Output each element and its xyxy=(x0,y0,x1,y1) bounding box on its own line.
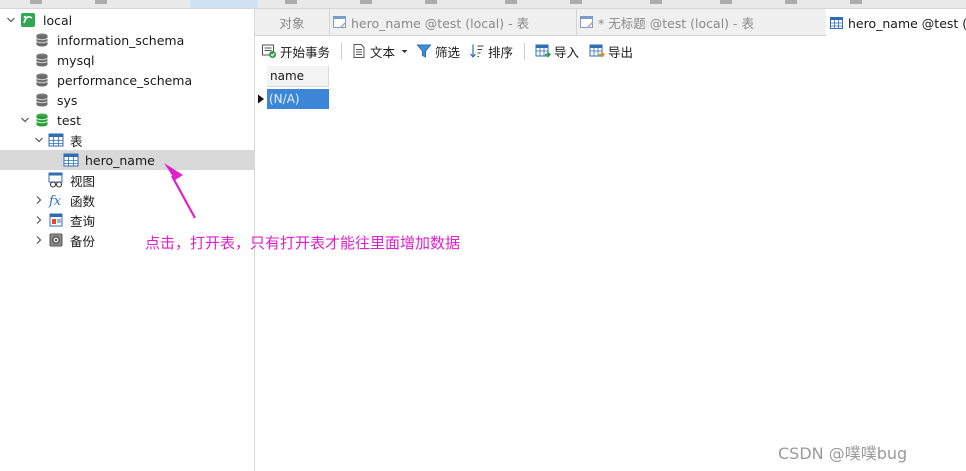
function-icon: fx xyxy=(48,192,64,209)
tab-hero-name-1[interactable]: hero_name @test (local) - 表 xyxy=(329,9,577,35)
top-toolbar-icon[interactable] xyxy=(720,0,732,4)
tab-bar: 对象 hero_name @test (local) - 表 * 无标题 @te… xyxy=(255,9,966,36)
text-label: 文本 xyxy=(370,44,396,60)
tab-objects[interactable]: 对象 xyxy=(255,9,330,35)
toolbar-divider xyxy=(341,43,342,60)
sort-label: 排序 xyxy=(488,44,514,60)
tree-label: local xyxy=(43,12,73,28)
database-icon xyxy=(34,32,50,48)
view-icon xyxy=(48,172,64,188)
tree-label: 视图 xyxy=(70,173,96,189)
table-edit-icon xyxy=(333,16,347,28)
connection-icon xyxy=(20,12,36,28)
tree-label: test xyxy=(57,112,82,128)
sort-icon xyxy=(470,44,484,58)
current-row-indicator-icon[interactable] xyxy=(255,89,267,109)
top-toolbar-icon[interactable] xyxy=(285,0,297,4)
begin-transaction-label: 开始事务 xyxy=(280,44,331,60)
chevron-down-icon[interactable] xyxy=(20,115,30,125)
tree-label: sys xyxy=(57,92,78,108)
tree-label: 备份 xyxy=(70,233,96,249)
tree-label: mysql xyxy=(57,52,95,68)
tree-label: 查询 xyxy=(70,213,96,229)
data-grid: name (N/A) xyxy=(255,66,966,471)
top-toolbar-icon[interactable] xyxy=(95,0,107,4)
tree-db-performance-schema[interactable]: performance_schema xyxy=(0,70,254,90)
tree-group-functions[interactable]: fx 函数 xyxy=(0,190,254,210)
toolbar-divider xyxy=(524,43,525,60)
tree-db-information-schema[interactable]: information_schema xyxy=(0,30,254,50)
annotation-text: 点击，打开表，只有打开表才能往里面增加数据 xyxy=(145,234,461,252)
tree-db-test[interactable]: test xyxy=(0,110,254,130)
tree-label: 表 xyxy=(70,133,83,149)
tree-db-mysql[interactable]: mysql xyxy=(0,50,254,70)
tree-db-sys[interactable]: sys xyxy=(0,90,254,110)
import-label: 导入 xyxy=(554,44,580,60)
tree-label: hero_name xyxy=(85,152,155,168)
database-icon xyxy=(34,92,50,108)
database-open-icon xyxy=(34,112,50,128)
tree-table-hero-name[interactable]: hero_name xyxy=(0,150,254,170)
database-icon xyxy=(34,52,50,68)
tree-connection-local[interactable]: local xyxy=(0,10,254,30)
tab-label: 对象 xyxy=(279,15,305,31)
tree-label: 函数 xyxy=(70,193,96,209)
document-icon xyxy=(353,44,365,58)
top-toolbar-icon[interactable] xyxy=(850,0,862,4)
top-toolbar-icon[interactable] xyxy=(30,0,42,4)
chevron-right-icon[interactable] xyxy=(34,195,44,205)
backup-icon xyxy=(48,232,64,248)
top-toolbar-icon[interactable] xyxy=(570,0,582,4)
tree-label: performance_schema xyxy=(57,72,193,88)
tab-label: * 无标题 @test (local) - 表 xyxy=(598,15,755,31)
top-toolbar-icon[interactable] xyxy=(785,0,797,4)
table-toolbar: 开始事务 文本 筛选 排序 导入 导出 xyxy=(255,36,966,66)
top-toolbar-icon[interactable] xyxy=(425,0,437,4)
export-icon xyxy=(589,44,605,58)
export-label: 导出 xyxy=(608,44,634,60)
import-icon xyxy=(535,44,551,58)
top-toolbar-icon[interactable] xyxy=(360,0,372,4)
chevron-right-icon[interactable] xyxy=(34,235,44,245)
grid-cell-selected[interactable]: (N/A) xyxy=(267,89,329,109)
chevron-down-icon[interactable] xyxy=(6,15,16,25)
tree-label: information_schema xyxy=(57,32,185,48)
sort-button[interactable]: 排序 xyxy=(469,36,513,66)
top-toolbar-strip xyxy=(0,0,966,9)
transaction-icon xyxy=(262,44,276,58)
filter-label: 筛选 xyxy=(435,44,461,60)
table-icon xyxy=(63,152,79,168)
text-view-dropdown[interactable]: 文本 xyxy=(351,36,412,66)
table-icon xyxy=(830,16,843,29)
filter-icon xyxy=(416,44,432,58)
annotation-arrow-icon xyxy=(164,163,196,219)
dropdown-arrow-icon xyxy=(401,49,408,53)
import-button[interactable]: 导入 xyxy=(535,36,579,66)
tab-label: hero_name @test (local) - 表 xyxy=(351,15,530,31)
tab-untitled[interactable]: * 无标题 @test (local) - 表 xyxy=(576,9,827,35)
tree-group-views[interactable]: 视图 xyxy=(0,170,254,190)
query-icon xyxy=(48,212,64,228)
top-toolbar-icon[interactable] xyxy=(505,0,517,4)
export-button[interactable]: 导出 xyxy=(589,36,633,66)
database-icon xyxy=(34,72,50,88)
tab-hero-name-active[interactable]: hero_name @test (local) - 表 xyxy=(826,9,966,36)
tree-group-queries[interactable]: 查询 xyxy=(0,210,254,230)
table-edit-icon xyxy=(580,16,594,28)
watermark: CSDN @噗噗bug xyxy=(778,444,908,463)
top-toolbar-active-button[interactable] xyxy=(190,0,258,8)
tree-group-tables[interactable]: 表 xyxy=(0,130,254,150)
tab-label: hero_name @test (local) - 表 xyxy=(848,16,966,31)
chevron-right-icon[interactable] xyxy=(34,215,44,225)
chevron-down-icon[interactable] xyxy=(34,135,44,145)
filter-button[interactable]: 筛选 xyxy=(416,36,460,66)
table-group-icon xyxy=(48,132,64,148)
begin-transaction-button[interactable]: 开始事务 xyxy=(261,36,330,66)
column-header-name[interactable]: name xyxy=(267,66,329,87)
top-toolbar-icon[interactable] xyxy=(650,0,662,4)
svg-text:fx: fx xyxy=(48,194,62,208)
